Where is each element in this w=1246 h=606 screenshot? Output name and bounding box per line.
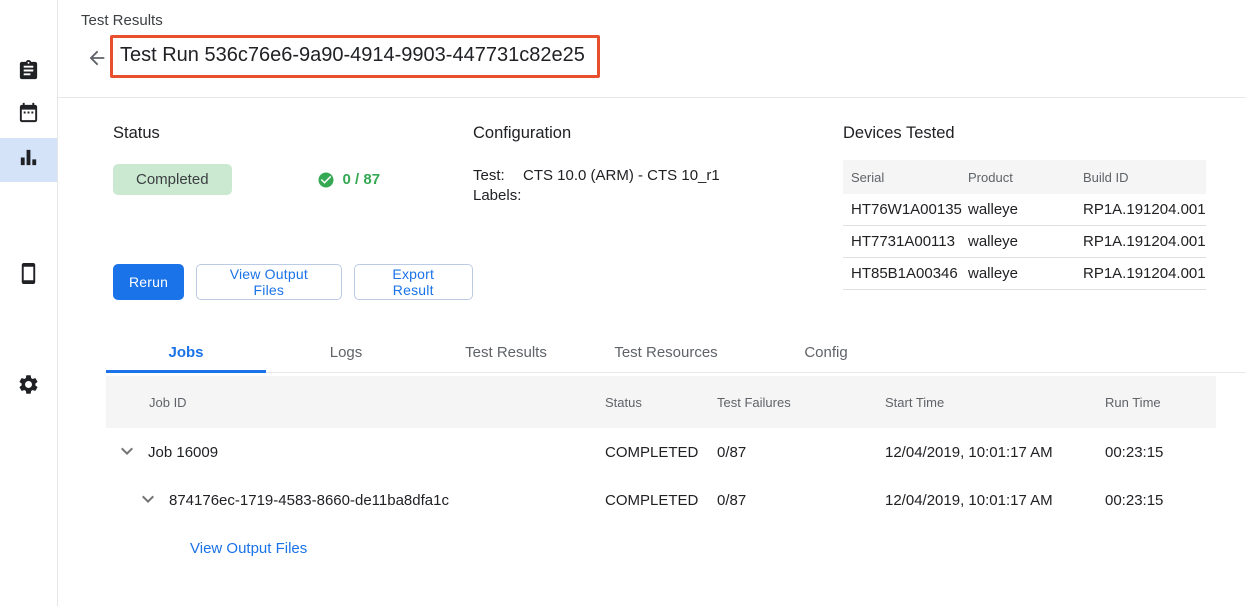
device-serial: HT7731A00113 (851, 233, 968, 250)
rerun-button[interactable]: Rerun (113, 264, 184, 300)
tab-test-resources[interactable]: Test Resources (586, 332, 746, 372)
pass-count: 0 / 87 (317, 171, 381, 189)
chevron-down-icon (115, 439, 139, 466)
devices-tested-heading: Devices Tested (843, 124, 1206, 143)
attempt-id: 874176ec-1719-4583-8660-de11ba8dfa1c (169, 492, 449, 509)
configuration-section: Configuration Test: CTS 10.0 (ARM) - CTS… (473, 98, 843, 300)
attempt-run-time: 00:23:15 (1105, 492, 1216, 509)
devices-col-build-id: Build ID (1083, 170, 1206, 185)
view-output-files-link[interactable]: View Output Files (190, 540, 307, 557)
sidebar-item-schedule[interactable] (0, 93, 57, 137)
devices-table: Serial Product Build ID HT76W1A00135 wal… (843, 160, 1206, 290)
devices-col-product: Product (968, 170, 1083, 185)
jobs-table: Job ID Status Test Failures Start Time R… (106, 376, 1216, 572)
sidebar-item-tests[interactable] (0, 51, 57, 95)
jobs-col-start-time: Start Time (885, 395, 1105, 410)
page-header: Test Results Test Run 536c76e6-9a90-4914… (58, 0, 1246, 98)
config-labels-label: Labels: (473, 186, 523, 206)
sidebar (0, 0, 58, 606)
config-test-label: Test: (473, 166, 523, 186)
job-test-failures: 0/87 (717, 444, 885, 461)
sidebar-item-devices[interactable] (0, 254, 57, 298)
tests-clipboard-icon (17, 59, 40, 87)
job-attempt-row: 874176ec-1719-4583-8660-de11ba8dfa1c COM… (106, 476, 1216, 524)
device-product: walleye (968, 201, 1083, 218)
sidebar-item-settings[interactable] (0, 365, 57, 409)
check-circle-icon (317, 171, 335, 189)
sidebar-item-test-results[interactable] (0, 138, 57, 182)
back-button[interactable] (86, 47, 108, 69)
tab-config[interactable]: Config (746, 332, 906, 372)
view-output-files-button[interactable]: View Output Files (196, 264, 341, 300)
jobs-col-test-failures: Test Failures (717, 395, 885, 410)
job-run-time: 00:23:15 (1105, 444, 1216, 461)
device-serial: HT76W1A00135 (851, 201, 968, 218)
jobs-col-status: Status (605, 395, 717, 410)
export-result-button[interactable]: Export Result (354, 264, 474, 300)
page-title: Test Run 536c76e6-9a90-4914-9903-447731c… (120, 44, 585, 67)
devices-table-header: Serial Product Build ID (843, 160, 1206, 194)
status-badge: Completed (113, 164, 232, 195)
devices-phone-icon (17, 262, 40, 290)
job-row: Job 16009 COMPLETED 0/87 12/04/2019, 10:… (106, 428, 1216, 476)
breadcrumb: Test Results (81, 12, 163, 29)
expand-attempt-button[interactable] (136, 488, 160, 512)
back-arrow-icon (86, 57, 108, 72)
device-build-id: RP1A.191204.001 (1083, 265, 1206, 282)
attempt-status: COMPLETED (605, 492, 717, 509)
configuration-heading: Configuration (473, 124, 843, 143)
device-row: HT85B1A00346 walleye RP1A.191204.001 (843, 258, 1206, 290)
devices-tested-section: Devices Tested Serial Product Build ID H… (843, 98, 1206, 300)
expand-job-button[interactable] (115, 440, 139, 464)
job-status: COMPLETED (605, 444, 717, 461)
tab-test-results[interactable]: Test Results (426, 332, 586, 372)
tab-jobs[interactable]: Jobs (106, 332, 266, 372)
tab-bar: Jobs Logs Test Results Test Resources Co… (106, 332, 1246, 373)
jobs-col-job-id: Job ID (106, 395, 605, 410)
job-start-time: 12/04/2019, 10:01:17 AM (885, 444, 1105, 461)
jobs-table-header: Job ID Status Test Failures Start Time R… (106, 376, 1216, 428)
status-section: Status Completed 0 / 87 Rerun View Outpu… (113, 98, 473, 300)
device-row: HT76W1A00135 walleye RP1A.191204.001 (843, 194, 1206, 226)
devices-col-serial: Serial (851, 170, 968, 185)
settings-gear-icon (17, 373, 40, 401)
tab-logs[interactable]: Logs (266, 332, 426, 372)
pass-count-label: 0 / 87 (343, 171, 381, 188)
device-product: walleye (968, 265, 1083, 282)
job-id: Job 16009 (148, 444, 218, 461)
device-product: walleye (968, 233, 1083, 250)
device-serial: HT85B1A00346 (851, 265, 968, 282)
config-test-value: CTS 10.0 (ARM) - CTS 10_r1 (523, 166, 720, 186)
chevron-down-icon (136, 487, 160, 514)
attempt-test-failures: 0/87 (717, 492, 885, 509)
test-results-chart-icon (17, 146, 40, 174)
device-build-id: RP1A.191204.001 (1083, 233, 1206, 250)
status-heading: Status (113, 124, 473, 143)
device-row: HT7731A00113 walleye RP1A.191204.001 (843, 226, 1206, 258)
attempt-start-time: 12/04/2019, 10:01:17 AM (885, 492, 1105, 509)
jobs-col-run-time: Run Time (1105, 395, 1216, 410)
device-build-id: RP1A.191204.001 (1083, 201, 1206, 218)
schedule-calendar-icon (17, 101, 40, 129)
